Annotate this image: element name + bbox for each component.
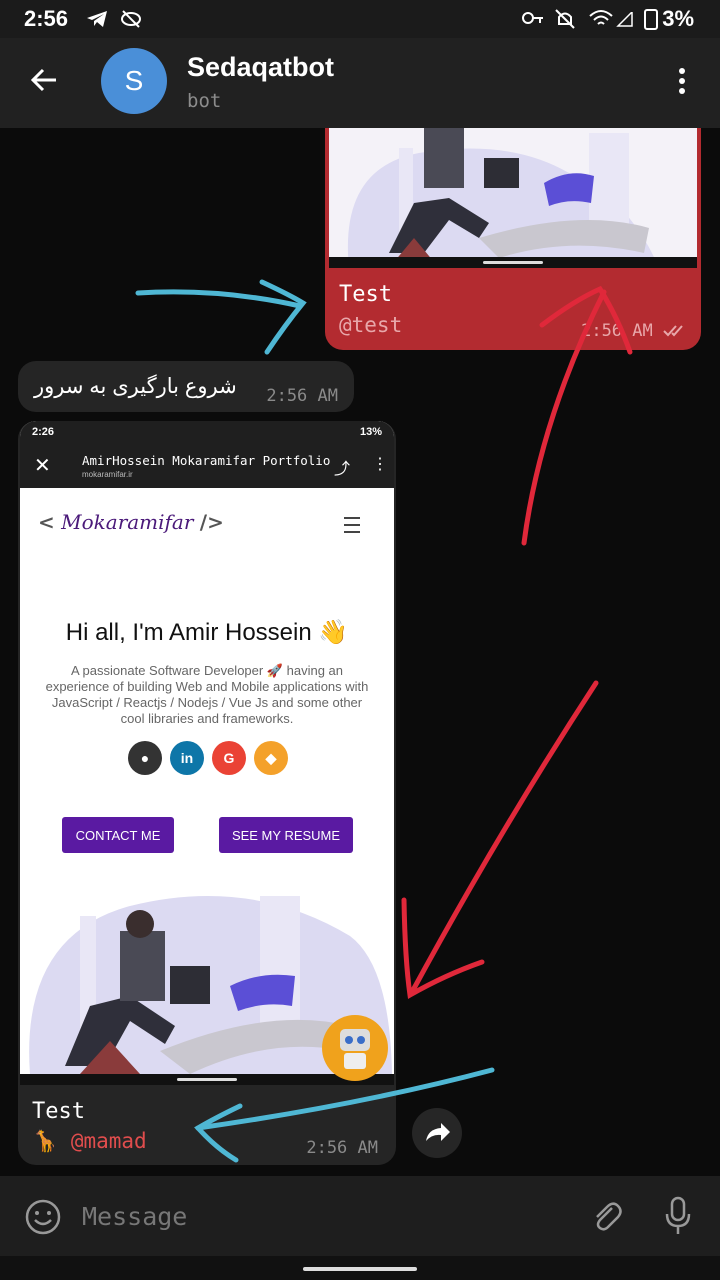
site-logo: < Mokaramifar /> [38, 510, 224, 534]
message-caption: Test [339, 282, 392, 307]
message-time: 2:56 AM [306, 1138, 378, 1158]
message-time: 2:56 AM [266, 386, 338, 406]
message-text: شروع بارگیری به سرور [34, 375, 237, 398]
outgoing-photo-message[interactable]: Test @test 2:56 AM [325, 128, 701, 350]
browser-bar: ✕ AmirHossein Mokaramifar Portfolio moka… [20, 445, 394, 488]
social-links: ● in G ◆ [128, 741, 298, 775]
more-menu-icon[interactable] [672, 68, 692, 98]
message-meta: 2:56 AM [581, 321, 689, 341]
eye-off-icon [121, 10, 141, 28]
status-bar: 2:56 3% [0, 0, 720, 38]
status-time: 2:56 [24, 6, 69, 31]
more-menu-icon: ⋮ [372, 456, 388, 473]
back-arrow-icon[interactable] [28, 64, 60, 96]
hero-description: A passionate Software Developer 🚀 having… [45, 663, 369, 726]
attach-icon[interactable] [588, 1198, 624, 1234]
blue-arrow-top [135, 279, 307, 355]
red-arrow-down [401, 680, 599, 999]
message-caption: Test [32, 1099, 85, 1124]
phone-screenshot[interactable]: 2:26 13% ✕ AmirHossein Mokaramifar Portf… [20, 421, 394, 1085]
forward-button[interactable] [412, 1108, 462, 1158]
incoming-photo-message[interactable]: 2:26 13% ✕ AmirHossein Mokaramifar Portf… [18, 421, 396, 1165]
share-icon: ⤴ [334, 461, 351, 478]
see-my-resume-button: SEE MY RESUME [219, 817, 353, 853]
hero-heading: Hi all, I'm Amir Hossein 👋 [65, 619, 349, 646]
github-icon: ● [128, 741, 162, 775]
photo-bottom-bar [329, 257, 697, 268]
system-nav-bar [0, 1256, 720, 1280]
telegram-icon [87, 11, 107, 27]
photo-illustration[interactable] [329, 128, 697, 268]
robot-icon [322, 1015, 388, 1081]
message-username[interactable]: @test [339, 313, 402, 337]
screenshot-status-bar: 2:26 13% [20, 421, 394, 445]
vpn-key-icon [522, 12, 543, 24]
message-username[interactable]: 🦒 @mamad [32, 1129, 147, 1154]
share-arrow-icon [426, 1123, 450, 1141]
close-icon: ✕ [34, 455, 51, 477]
contact-me-button: CONTACT ME [62, 817, 174, 853]
message-input[interactable]: Message [82, 1202, 187, 1231]
signal-icon [616, 12, 633, 27]
battery-icon [644, 9, 658, 30]
gitlab-icon: ◆ [254, 741, 288, 775]
wifi-icon [589, 10, 613, 25]
emoji-icon[interactable] [24, 1198, 62, 1236]
avatar[interactable]: S [101, 48, 167, 114]
battery-percent: 3% [662, 6, 694, 31]
incoming-text-message[interactable]: شروع بارگیری به سرور 2:56 AM [18, 361, 354, 412]
hamburger-icon [344, 517, 360, 533]
microphone-icon[interactable] [662, 1196, 694, 1236]
chat-title[interactable]: Sedaqatbot [187, 52, 334, 83]
google-icon: G [212, 741, 246, 775]
chat-subtitle: bot [187, 90, 222, 112]
double-check-icon [663, 325, 683, 337]
mute-icon [555, 9, 575, 29]
screenshot-battery: 13% [359, 426, 382, 438]
screenshot-time: 2:26 [32, 426, 55, 438]
linkedin-icon: in [170, 741, 204, 775]
message-input-bar: Message [0, 1176, 720, 1256]
page-title: AmirHossein Mokaramifar Portfolio [82, 453, 331, 468]
home-indicator[interactable] [303, 1267, 417, 1271]
chat-header: S Sedaqatbot bot [0, 38, 720, 128]
page-domain: mokaramifar.ir [82, 470, 133, 479]
message-time: 2:56 AM [581, 321, 653, 341]
